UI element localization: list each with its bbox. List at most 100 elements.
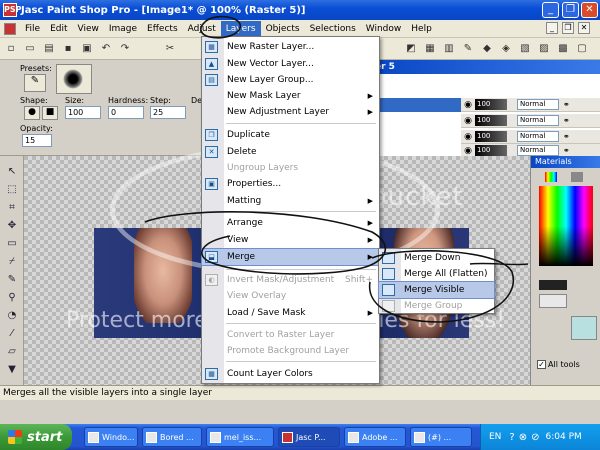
menu-image[interactable]: Image	[104, 21, 142, 37]
overview-icon[interactable]: ▦	[421, 40, 439, 58]
all-tools-checkbox[interactable]: ✓ All tools	[537, 360, 580, 369]
cut-icon[interactable]: ✂	[161, 40, 179, 58]
document-icon[interactable]	[4, 22, 16, 35]
menu-objects[interactable]: Objects	[261, 21, 305, 37]
menu-item-view[interactable]: View ▶	[202, 232, 379, 248]
size-input[interactable]: 100	[65, 106, 101, 119]
tool-options-icon[interactable]: ▢	[573, 40, 591, 58]
menu-item-new-adjustment-layer[interactable]: New Adjustment Layer ▶	[202, 104, 379, 120]
step-input[interactable]: 25	[150, 106, 186, 119]
material-preview[interactable]	[571, 316, 597, 340]
taskbar-item[interactable]: (#) ...	[410, 427, 472, 447]
foreground-swatch[interactable]	[539, 280, 567, 290]
menu-item-new-mask-layer[interactable]: New Mask Layer ▶	[202, 88, 379, 104]
menu-layers[interactable]: Layers	[220, 20, 261, 37]
menu-item-new-vector-layer[interactable]: ▲ New Vector Layer...	[202, 56, 379, 72]
layer-link-icon[interactable]: ⚭	[563, 116, 575, 125]
minimize-button[interactable]: _	[542, 2, 559, 18]
mixer-icon[interactable]: ◈	[497, 40, 515, 58]
menu-item-properties[interactable]: ▣ Properties...	[202, 176, 379, 192]
taskbar-item[interactable]: Windo...	[84, 427, 138, 447]
open-folder-icon[interactable]: ▭	[21, 40, 39, 58]
undo-icon[interactable]: ↶	[97, 40, 115, 58]
layer-link-icon[interactable]: ⚭	[563, 100, 575, 109]
marquee-tool-icon[interactable]: ▭	[4, 236, 20, 252]
materials-palette-icon[interactable]: ▩	[554, 40, 572, 58]
layer-link-icon[interactable]: ⚭	[563, 146, 575, 155]
menu-help[interactable]: Help	[406, 21, 437, 37]
layer-row[interactable]: ◉ 100 Normal ⚭	[461, 98, 600, 112]
selected-layer-row[interactable]	[371, 98, 461, 112]
menu-item-new-layer-group[interactable]: ▤ New Layer Group...	[202, 72, 379, 88]
taskbar-item[interactable]: mel_iss...	[206, 427, 274, 447]
paint-brush-tool-icon[interactable]: ✎	[4, 272, 20, 288]
layer-opacity[interactable]: 100	[475, 99, 507, 110]
brush-preview[interactable]	[56, 64, 92, 94]
help-icon[interactable]: ?	[509, 432, 514, 443]
script-output-icon[interactable]: ▨	[535, 40, 553, 58]
menu-item-duplicate[interactable]: ❐ Duplicate	[202, 127, 379, 143]
color-spectrum[interactable]	[539, 186, 593, 266]
layer-opacity[interactable]: 100	[475, 131, 507, 142]
save-icon[interactable]: ▪	[59, 40, 77, 58]
layer-link-icon[interactable]: ⚭	[563, 132, 575, 141]
menu-effects[interactable]: Effects	[142, 21, 183, 37]
crop-tool-icon[interactable]: ⌗	[4, 200, 20, 216]
browse-icon[interactable]: ▤	[40, 40, 58, 58]
doc-close-button[interactable]: ✕	[578, 22, 590, 34]
print-icon[interactable]: ▣	[78, 40, 96, 58]
background-swatch[interactable]	[539, 294, 567, 308]
visibility-eye-icon[interactable]: ◉	[461, 116, 475, 126]
taskbar-item[interactable]: Bored ...	[142, 427, 202, 447]
dodge-tool-icon[interactable]: ◔	[4, 308, 20, 324]
doc-restore-button[interactable]: ❐	[562, 22, 574, 34]
security-icon[interactable]: ⊘	[531, 432, 539, 443]
maximize-button[interactable]: ❐	[562, 2, 579, 18]
doc-minimize-button[interactable]: _	[546, 22, 558, 34]
blend-mode-select[interactable]: Normal	[517, 115, 559, 126]
layer-row[interactable]: ◉ 100 Normal ⚭	[461, 130, 600, 144]
menu-selections[interactable]: Selections	[305, 21, 361, 37]
palette-toggle-icon[interactable]: ◩	[402, 40, 420, 58]
menu-item-arrange[interactable]: Arrange ▶	[202, 215, 379, 231]
hardness-input[interactable]: 0	[108, 106, 144, 119]
blend-mode-select[interactable]: Normal	[517, 99, 559, 110]
submenu-item-merge-all[interactable]: Merge All (Flatten)	[379, 266, 494, 282]
layer-row[interactable]: ◉ 100 Normal ⚭	[461, 114, 600, 128]
layers-palette-icon[interactable]: ▧	[516, 40, 534, 58]
eraser-tool-icon[interactable]: ▱	[4, 344, 20, 360]
language-indicator[interactable]: EN	[489, 432, 501, 442]
opacity-input[interactable]: 15	[22, 134, 52, 147]
menu-item-count-layer-colors[interactable]: ▦ Count Layer Colors	[202, 366, 379, 382]
menu-adjust[interactable]: Adjust	[183, 21, 221, 37]
pointer-tool-icon[interactable]: ↖	[4, 164, 20, 180]
new-file-icon[interactable]: ▫	[2, 40, 20, 58]
menu-item-matting[interactable]: Matting ▶	[202, 193, 379, 209]
menu-item-merge[interactable]: ⬓ Merge ▶	[201, 248, 380, 266]
start-button[interactable]: start	[0, 424, 72, 450]
learning-center-icon[interactable]: ◆	[478, 40, 496, 58]
selection-tool-icon[interactable]: ⬚	[4, 182, 20, 198]
menu-item-load-save-mask[interactable]: Load / Save Mask ▶	[202, 305, 379, 321]
dropper-tool-icon[interactable]: ⌿	[4, 254, 20, 270]
close-button[interactable]: ✕	[581, 2, 598, 18]
fill-tool-icon[interactable]: ▼	[4, 362, 20, 378]
taskbar-item[interactable]: Adobe ...	[344, 427, 406, 447]
visibility-eye-icon[interactable]: ◉	[461, 100, 475, 110]
move-tool-icon[interactable]: ✥	[4, 218, 20, 234]
histogram-icon[interactable]: ▥	[440, 40, 458, 58]
smudge-tool-icon[interactable]: ⁄	[4, 326, 20, 342]
menu-view[interactable]: View	[73, 21, 104, 37]
menu-item-delete[interactable]: ✕ Delete	[202, 144, 379, 160]
preset-brush-icon[interactable]: ✎	[24, 74, 46, 92]
submenu-item-merge-visible[interactable]: Merge Visible	[378, 281, 495, 299]
swatches-tab-icon[interactable]	[571, 172, 583, 182]
layer-opacity[interactable]: 100	[475, 115, 507, 126]
round-shape-icon[interactable]: ●	[24, 106, 40, 120]
visibility-eye-icon[interactable]: ◉	[461, 132, 475, 142]
blend-mode-select[interactable]: Normal	[517, 145, 559, 156]
clone-tool-icon[interactable]: ⚲	[4, 290, 20, 306]
frame-tab-icon[interactable]	[545, 172, 557, 182]
network-icon[interactable]: ⊗	[519, 432, 527, 443]
blend-mode-select[interactable]: Normal	[517, 131, 559, 142]
